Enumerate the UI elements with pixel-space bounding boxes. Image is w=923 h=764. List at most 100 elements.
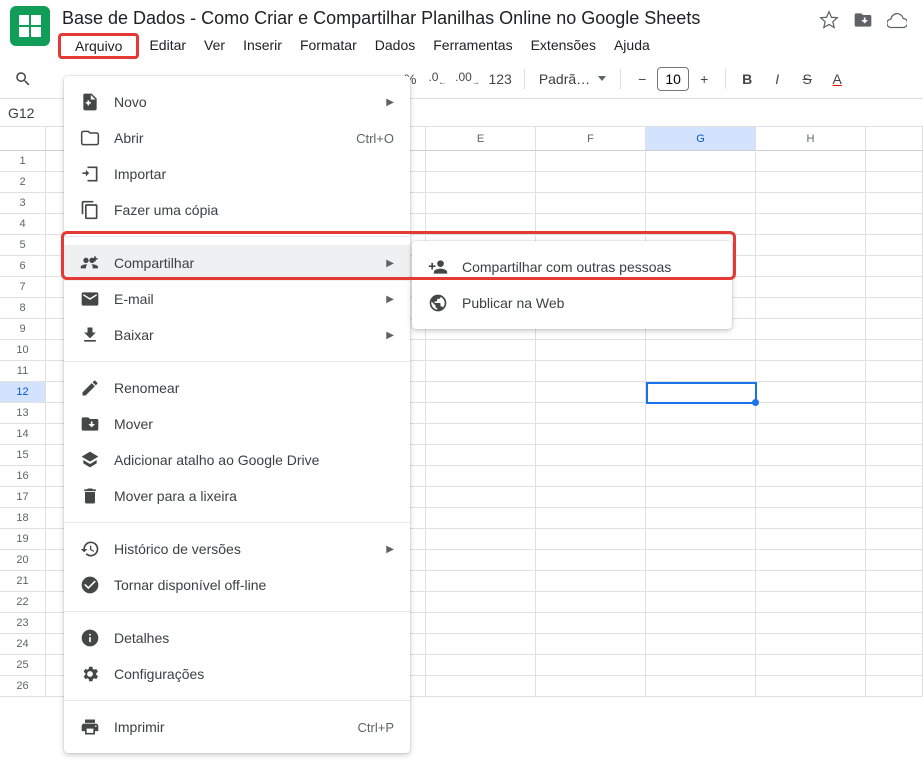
menu-abrir[interactable]: Abrir Ctrl+O: [64, 120, 410, 156]
number-format[interactable]: 123: [484, 71, 515, 87]
cell[interactable]: [866, 256, 923, 277]
cell[interactable]: [866, 193, 923, 214]
cell[interactable]: [756, 193, 866, 214]
cell[interactable]: [426, 529, 536, 550]
cell[interactable]: [646, 487, 756, 508]
name-box[interactable]: G12: [0, 105, 52, 121]
cell[interactable]: [536, 550, 646, 571]
row-header[interactable]: 3: [0, 193, 46, 214]
cell[interactable]: [426, 424, 536, 445]
menu-baixar[interactable]: Baixar ▶: [64, 317, 410, 353]
cell[interactable]: [536, 508, 646, 529]
cell[interactable]: [866, 319, 923, 340]
cell[interactable]: [756, 340, 866, 361]
cell[interactable]: [756, 445, 866, 466]
cell[interactable]: [536, 634, 646, 655]
menu-compartilhar[interactable]: Compartilhar ▶: [64, 245, 410, 281]
font-selector[interactable]: Padrã…: [533, 69, 612, 89]
menu-dados[interactable]: Dados: [367, 33, 423, 59]
cloud-status-icon[interactable]: [887, 10, 907, 33]
cell[interactable]: [536, 592, 646, 613]
cell[interactable]: [646, 634, 756, 655]
row-header[interactable]: 22: [0, 592, 46, 613]
cell[interactable]: [426, 193, 536, 214]
increase-font-button[interactable]: +: [691, 66, 717, 92]
cell[interactable]: [756, 424, 866, 445]
col-header-extra[interactable]: [866, 127, 923, 151]
cell[interactable]: [756, 277, 866, 298]
cell[interactable]: [866, 655, 923, 676]
cell[interactable]: [426, 382, 536, 403]
cell[interactable]: [756, 466, 866, 487]
menu-ver[interactable]: Ver: [196, 33, 233, 59]
menu-atalho[interactable]: Adicionar atalho ao Google Drive: [64, 442, 410, 478]
cell[interactable]: [646, 382, 756, 403]
cell[interactable]: [866, 403, 923, 424]
cell[interactable]: [866, 424, 923, 445]
document-title[interactable]: Base de Dados - Como Criar e Compartilha…: [58, 6, 811, 31]
cell[interactable]: [756, 592, 866, 613]
cell[interactable]: [536, 571, 646, 592]
decrease-decimal-icon[interactable]: .0←: [424, 66, 450, 92]
cell[interactable]: [866, 361, 923, 382]
cell[interactable]: [756, 529, 866, 550]
cell[interactable]: [426, 634, 536, 655]
submenu-compartilhar-pessoas[interactable]: Compartilhar com outras pessoas: [412, 249, 732, 285]
cell[interactable]: [426, 445, 536, 466]
cell[interactable]: [756, 319, 866, 340]
menu-lixeira[interactable]: Mover para a lixeira: [64, 478, 410, 514]
cell[interactable]: [866, 445, 923, 466]
cell[interactable]: [426, 361, 536, 382]
cell[interactable]: [756, 508, 866, 529]
cell[interactable]: [426, 487, 536, 508]
row-header[interactable]: 23: [0, 613, 46, 634]
row-header[interactable]: 2: [0, 172, 46, 193]
cell[interactable]: [756, 613, 866, 634]
cell[interactable]: [646, 550, 756, 571]
row-header[interactable]: 6: [0, 256, 46, 277]
cell[interactable]: [866, 466, 923, 487]
cell[interactable]: [646, 571, 756, 592]
decrease-font-button[interactable]: −: [629, 66, 655, 92]
cell[interactable]: [646, 613, 756, 634]
cell[interactable]: [536, 403, 646, 424]
cell[interactable]: [866, 508, 923, 529]
cell[interactable]: [866, 340, 923, 361]
cell[interactable]: [646, 445, 756, 466]
menu-formatar[interactable]: Formatar: [292, 33, 365, 59]
cell[interactable]: [646, 172, 756, 193]
cell[interactable]: [866, 487, 923, 508]
cell[interactable]: [426, 592, 536, 613]
cell[interactable]: [756, 151, 866, 172]
select-all-corner[interactable]: [0, 127, 46, 151]
cell[interactable]: [426, 676, 536, 697]
cell[interactable]: [756, 655, 866, 676]
row-header[interactable]: 18: [0, 508, 46, 529]
menu-inserir[interactable]: Inserir: [235, 33, 290, 59]
cell[interactable]: [646, 655, 756, 676]
menu-email[interactable]: E-mail ▶: [64, 281, 410, 317]
row-header[interactable]: 9: [0, 319, 46, 340]
menu-copia[interactable]: Fazer uma cópia: [64, 192, 410, 228]
cell[interactable]: [756, 571, 866, 592]
cell[interactable]: [756, 214, 866, 235]
row-header[interactable]: 25: [0, 655, 46, 676]
cell[interactable]: [866, 613, 923, 634]
menu-importar[interactable]: Importar: [64, 156, 410, 192]
row-header[interactable]: 19: [0, 529, 46, 550]
cell[interactable]: [536, 424, 646, 445]
row-header[interactable]: 11: [0, 361, 46, 382]
cell[interactable]: [646, 214, 756, 235]
cell[interactable]: [756, 382, 866, 403]
menu-mover[interactable]: Mover: [64, 406, 410, 442]
row-header[interactable]: 14: [0, 424, 46, 445]
cell[interactable]: [866, 298, 923, 319]
row-header[interactable]: 17: [0, 487, 46, 508]
cell[interactable]: [536, 655, 646, 676]
menu-arquivo[interactable]: Arquivo: [67, 34, 130, 58]
cell[interactable]: [866, 151, 923, 172]
bold-button[interactable]: B: [734, 66, 760, 92]
cell[interactable]: [536, 466, 646, 487]
cell[interactable]: [756, 298, 866, 319]
cell[interactable]: [426, 466, 536, 487]
